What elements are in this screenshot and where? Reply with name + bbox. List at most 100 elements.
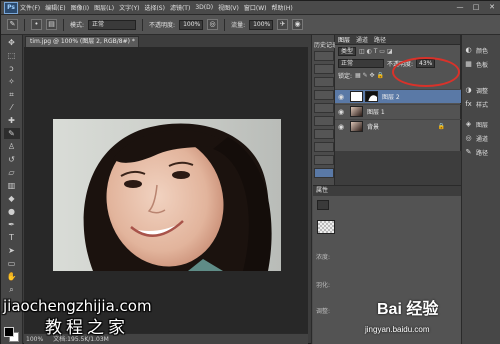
- dock-item-paths[interactable]: ✎ 路径: [464, 147, 500, 157]
- mask-preview: [317, 220, 335, 234]
- foreground-color-swatch[interactable]: [4, 327, 14, 337]
- dock-item-layers[interactable]: ◈ 图层: [464, 119, 500, 129]
- minimize-button[interactable]: —: [454, 3, 466, 12]
- brush-size-icon[interactable]: •: [31, 19, 42, 30]
- divider: [224, 18, 226, 31]
- stamp-tool-icon[interactable]: ♙: [4, 141, 20, 152]
- tab-paths[interactable]: 路径: [374, 35, 386, 44]
- history-state[interactable]: [314, 77, 334, 87]
- zoom-level[interactable]: 100%: [26, 334, 43, 344]
- history-state[interactable]: [314, 103, 334, 113]
- history-state-selected[interactable]: [314, 168, 334, 178]
- baidu-watermark-url: jingyan.baidu.com: [365, 325, 430, 334]
- marquee-tool-icon[interactable]: ⬚: [4, 50, 20, 61]
- photoshop-window: Ps 文件(F) 编辑(E) 图像(I) 图层(L) 文字(Y) 选择(S) 滤…: [0, 0, 500, 344]
- baidu-watermark: Bai 经验: [377, 291, 497, 327]
- close-button[interactable]: ✕: [486, 3, 498, 12]
- maximize-button[interactable]: □: [470, 3, 482, 12]
- pen-tool-icon[interactable]: ✒: [4, 219, 20, 230]
- channels-icon: ◎: [465, 134, 472, 142]
- swatches-icon: ▦: [465, 60, 472, 68]
- properties-panel-title[interactable]: 属性: [313, 186, 461, 196]
- menu-help[interactable]: 帮助(H): [272, 3, 293, 12]
- opacity-input[interactable]: 100%: [179, 19, 204, 30]
- color-swatches[interactable]: [4, 327, 20, 342]
- menu-3d[interactable]: 3D(D): [195, 4, 213, 11]
- layer-row[interactable]: ◉ 图层 2: [335, 89, 461, 103]
- menu-type[interactable]: 文字(Y): [119, 3, 139, 12]
- type-tool-icon[interactable]: T: [4, 232, 20, 243]
- layer-name[interactable]: 图层 1: [367, 107, 385, 116]
- menu-window[interactable]: 窗口(W): [244, 3, 267, 12]
- layer-name[interactable]: 图层 2: [382, 92, 400, 101]
- shape-tool-icon[interactable]: ▭: [4, 258, 20, 269]
- layer-name[interactable]: 背景: [367, 122, 379, 131]
- menu-view[interactable]: 视图(V): [218, 3, 239, 12]
- brush-tool-icon[interactable]: ✎: [3, 128, 20, 139]
- layer-kind-filter[interactable]: 类型: [338, 46, 357, 56]
- dock-item-label: 色板: [476, 61, 489, 69]
- dock-item-swatches[interactable]: ▦ 色板: [464, 59, 500, 69]
- history-state[interactable]: [314, 155, 334, 165]
- menu-file[interactable]: 文件(F): [20, 3, 40, 12]
- eye-icon[interactable]: ◉: [335, 123, 347, 131]
- divider: [63, 18, 64, 31]
- brush-preset-icon[interactable]: ✎: [7, 19, 18, 30]
- feather-label: 羽化:: [316, 282, 331, 289]
- eraser-tool-icon[interactable]: ▱: [4, 167, 20, 178]
- mode-label: 模式:: [70, 22, 85, 29]
- menu-select[interactable]: 选择(S): [144, 3, 165, 12]
- mask-icon[interactable]: [317, 200, 329, 210]
- lock-icons[interactable]: ▦ ✎ ✥ 🔒: [355, 72, 384, 79]
- portrait-photo[interactable]: [53, 119, 281, 271]
- filter-icons[interactable]: ◫ ◐ T ▭ ◪: [359, 48, 393, 55]
- menu-layer[interactable]: 图层(L): [94, 3, 114, 12]
- menu-image[interactable]: 图像(I): [71, 3, 89, 12]
- eye-icon[interactable]: ◉: [335, 108, 347, 116]
- history-brush-tool-icon[interactable]: ↺: [4, 154, 20, 165]
- dock-item-adjustments[interactable]: ◑ 调整: [464, 85, 500, 95]
- blend-mode-select[interactable]: 正常: [338, 58, 384, 68]
- history-state[interactable]: [314, 90, 334, 100]
- healing-tool-icon[interactable]: ✚: [4, 115, 20, 126]
- layer-mask-thumbnail[interactable]: [365, 91, 378, 102]
- hand-tool-icon[interactable]: ✋: [4, 271, 20, 282]
- quick-select-tool-icon[interactable]: ✧: [4, 76, 20, 87]
- move-tool-icon[interactable]: ✥: [4, 37, 20, 48]
- dock-item-color[interactable]: ◐ 颜色: [464, 45, 500, 55]
- menu-edit[interactable]: 编辑(E): [45, 3, 65, 12]
- layers-icon: ◈: [465, 120, 472, 128]
- history-state[interactable]: [314, 142, 334, 152]
- color-icon: ◐: [465, 46, 472, 54]
- flow-label: 流量:: [231, 22, 246, 29]
- history-state[interactable]: [314, 116, 334, 126]
- lasso-tool-icon[interactable]: ↄ: [4, 63, 20, 74]
- pressure-size-icon[interactable]: ◉: [292, 19, 304, 30]
- menu-filter[interactable]: 滤镜(T): [170, 3, 190, 12]
- zoom-tool-icon[interactable]: ⌕: [4, 284, 20, 295]
- dodge-tool-icon[interactable]: ●: [4, 206, 20, 217]
- layer-row[interactable]: ◉ 图层 1: [335, 104, 461, 118]
- history-state[interactable]: [314, 64, 334, 74]
- tab-channels[interactable]: 通道: [356, 35, 368, 44]
- mode-select[interactable]: 正常: [88, 19, 137, 30]
- eye-icon[interactable]: ◉: [335, 93, 347, 101]
- eyedropper-tool-icon[interactable]: ⁄: [4, 102, 20, 113]
- photoshop-logo: Ps: [4, 1, 18, 14]
- crop-tool-icon[interactable]: ⌗: [4, 89, 20, 100]
- history-state[interactable]: [314, 51, 334, 61]
- blur-tool-icon[interactable]: ◆: [4, 193, 20, 204]
- flow-input[interactable]: 100%: [249, 19, 274, 30]
- tab-layers[interactable]: 图层: [338, 35, 350, 44]
- history-state[interactable]: [314, 129, 334, 139]
- layers-panel-tabs: 图层 通道 路径: [335, 35, 460, 45]
- dock-item-styles[interactable]: fx 样式: [464, 99, 500, 109]
- layer-row[interactable]: ◉ 背景 🔒: [335, 119, 461, 133]
- path-select-tool-icon[interactable]: ➤: [4, 245, 20, 256]
- document-tab[interactable]: tim.jpg @ 100% (图层 2, RGB/8#) *: [25, 36, 139, 47]
- brush-panel-icon[interactable]: ▤: [46, 19, 57, 30]
- gradient-tool-icon[interactable]: ▥: [4, 180, 20, 191]
- dock-item-channels[interactable]: ◎ 通道: [464, 133, 500, 143]
- airbrush-icon[interactable]: ✈: [277, 19, 289, 30]
- pressure-opacity-icon[interactable]: ◎: [207, 19, 219, 30]
